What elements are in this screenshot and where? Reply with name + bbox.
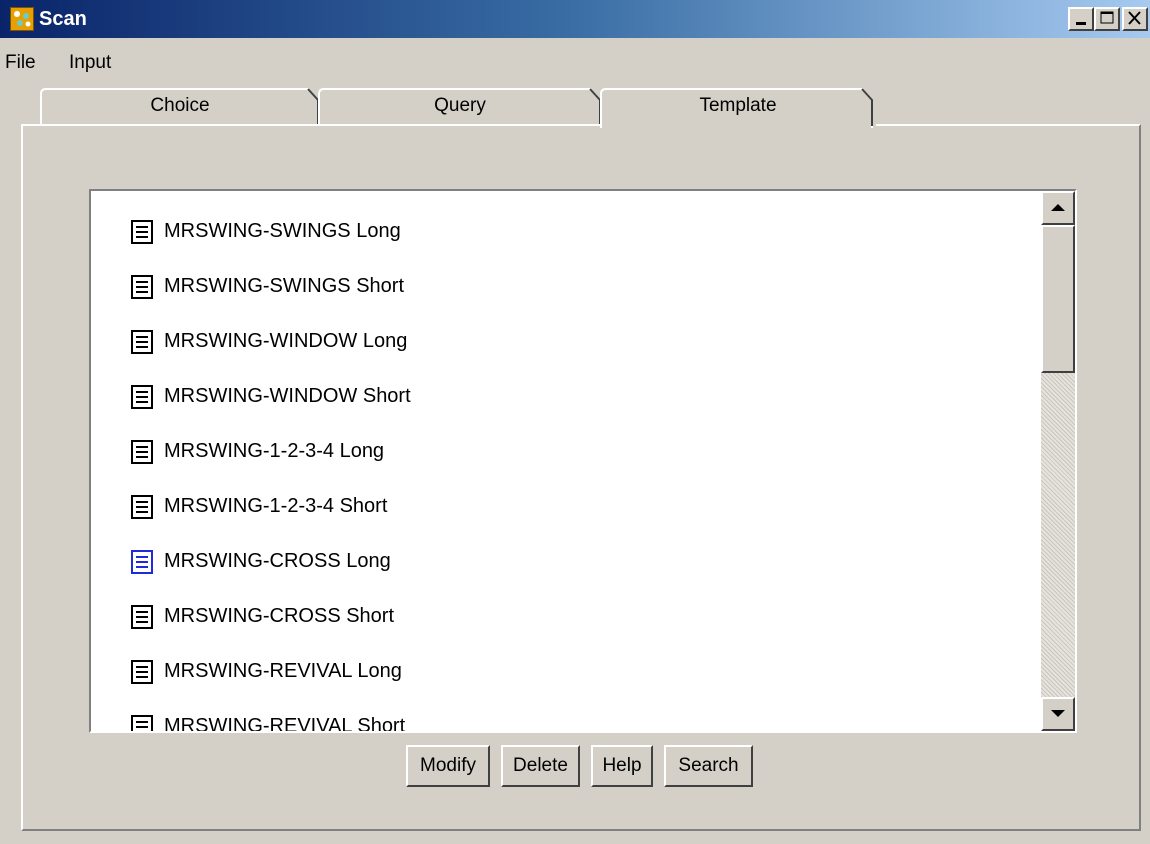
vertical-scrollbar[interactable] [1041, 191, 1075, 731]
document-icon [131, 220, 153, 244]
tab-choice-label: Choice [150, 95, 210, 116]
modify-button[interactable]: Modify [406, 745, 490, 787]
arrow-down-icon [1051, 710, 1065, 717]
search-button[interactable]: Search [664, 745, 753, 787]
tab-template[interactable]: Template [600, 88, 876, 130]
template-list[interactable]: MRSWING-SWINGS Long MRSWING-SWINGS Short M… [89, 189, 1077, 733]
template-item-label: MRSWING-SWINGS Short [164, 275, 405, 297]
close-icon[interactable] [1122, 7, 1148, 31]
tab-template-label: Template [699, 95, 777, 116]
maximize-icon[interactable] [1094, 7, 1120, 31]
tab-choice[interactable]: Choice [40, 88, 320, 126]
scroll-up-button[interactable] [1041, 191, 1075, 225]
tab-query-label: Query [434, 95, 486, 116]
scroll-down-button[interactable] [1041, 697, 1075, 731]
document-icon [131, 385, 153, 409]
document-icon [131, 550, 153, 574]
document-icon [131, 715, 153, 731]
template-item-label: MRSWING-WINDOW Short [164, 385, 411, 407]
template-item-label: MRSWING-WINDOW Long [164, 330, 408, 352]
document-icon [131, 495, 153, 519]
template-item-label: MRSWING-CROSS Short [164, 605, 395, 627]
scan-app-icon [10, 7, 34, 31]
delete-button[interactable]: Delete [501, 745, 580, 787]
template-item-label: MRSWING-REVIVAL Short [164, 715, 406, 731]
document-icon [131, 440, 153, 464]
scroll-thumb[interactable] [1041, 225, 1075, 373]
template-item-label: MRSWING-1-2-3-4 Long [164, 440, 385, 462]
menu-input[interactable]: Input [69, 49, 111, 77]
document-icon [131, 330, 153, 354]
menu-file[interactable]: File [5, 49, 36, 77]
document-icon [131, 275, 153, 299]
document-icon [131, 660, 153, 684]
template-item-label: MRSWING-REVIVAL Long [164, 660, 402, 682]
menu-bar: File Input [0, 49, 1150, 77]
help-button[interactable]: Help [591, 745, 653, 787]
tab-query[interactable]: Query [318, 88, 602, 126]
window-title: Scan [39, 8, 87, 30]
title-bar[interactable]: Scan [0, 0, 1150, 38]
template-item-label: MRSWING-CROSS Long [164, 550, 391, 572]
minimize-icon[interactable] [1068, 7, 1094, 31]
template-item-label: MRSWING-SWINGS Long [164, 220, 401, 242]
document-icon [131, 605, 153, 629]
arrow-up-icon [1051, 204, 1065, 211]
template-item-label: MRSWING-1-2-3-4 Short [164, 495, 388, 517]
template-list-viewport: MRSWING-SWINGS Long MRSWING-SWINGS Short M… [91, 191, 1039, 731]
